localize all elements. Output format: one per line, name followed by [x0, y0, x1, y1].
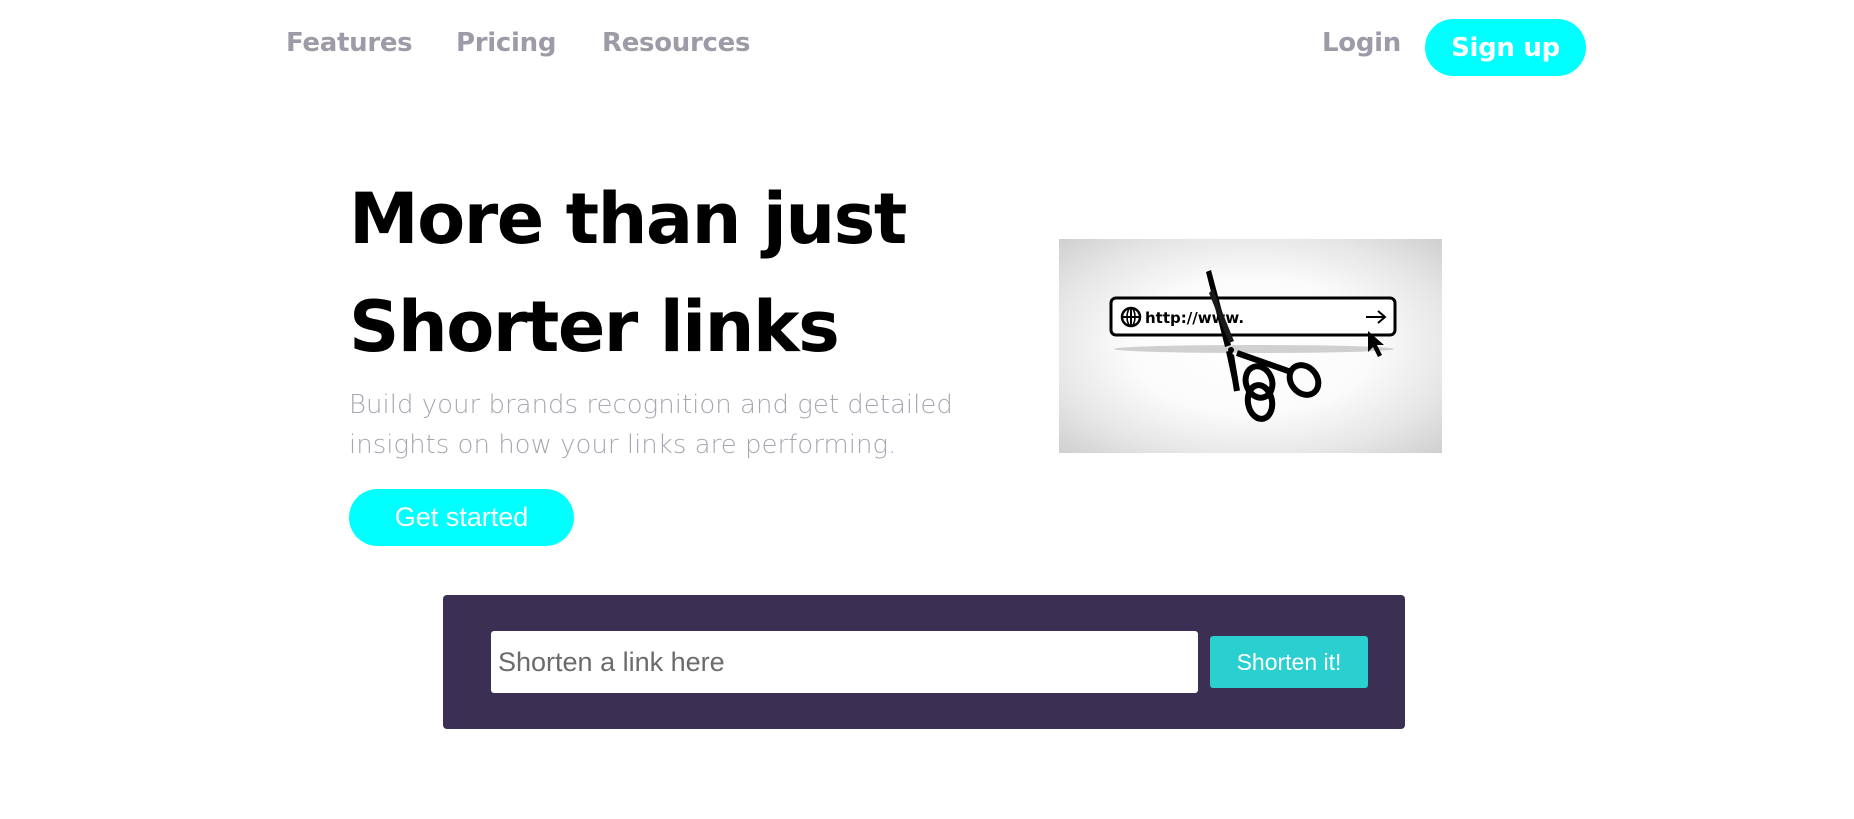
shorten-form: Shorten it!: [443, 595, 1405, 729]
shorten-button[interactable]: Shorten it!: [1210, 636, 1368, 688]
login-link[interactable]: Login: [1322, 28, 1401, 58]
signup-button[interactable]: Sign up: [1425, 19, 1586, 76]
globe-icon: [1120, 306, 1142, 328]
hero-illustration: http://www.: [1059, 239, 1442, 453]
get-started-button[interactable]: Get started: [349, 489, 574, 546]
url-bar: http://www.: [1109, 296, 1397, 337]
nav-link-pricing[interactable]: Pricing: [456, 28, 556, 58]
url-text: http://www.: [1145, 309, 1244, 327]
hero-title-line-1: More than just: [349, 178, 907, 260]
hero-subtitle-line-2: insights on how your links are performin…: [349, 430, 897, 460]
hero-title-line-2: Shorter links: [349, 286, 840, 368]
nav-link-features[interactable]: Features: [286, 28, 413, 58]
landing-page: Features Pricing Resources Login Sign up…: [0, 0, 1854, 819]
hero-title: More than just Shorter links: [349, 165, 907, 381]
hero-subtitle: Build your brands recognition and get de…: [349, 385, 989, 465]
nav-link-resources[interactable]: Resources: [602, 28, 750, 58]
hero-subtitle-line-1: Build your brands recognition and get de…: [349, 390, 953, 420]
shorten-link-input[interactable]: [491, 631, 1198, 693]
